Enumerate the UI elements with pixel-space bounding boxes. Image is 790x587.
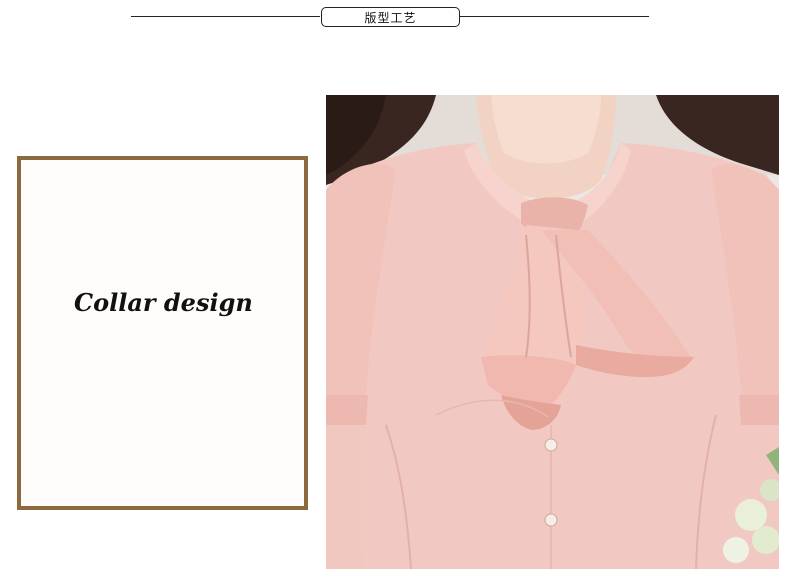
product-photo: [326, 95, 779, 569]
blouse-illustration: [326, 95, 779, 569]
section-title: 版型工艺: [321, 7, 460, 27]
card-caption: Collar design: [74, 288, 253, 317]
header-rule-left: [131, 16, 320, 17]
design-card: Collar design: [17, 156, 308, 510]
header-rule-right: [460, 16, 649, 17]
